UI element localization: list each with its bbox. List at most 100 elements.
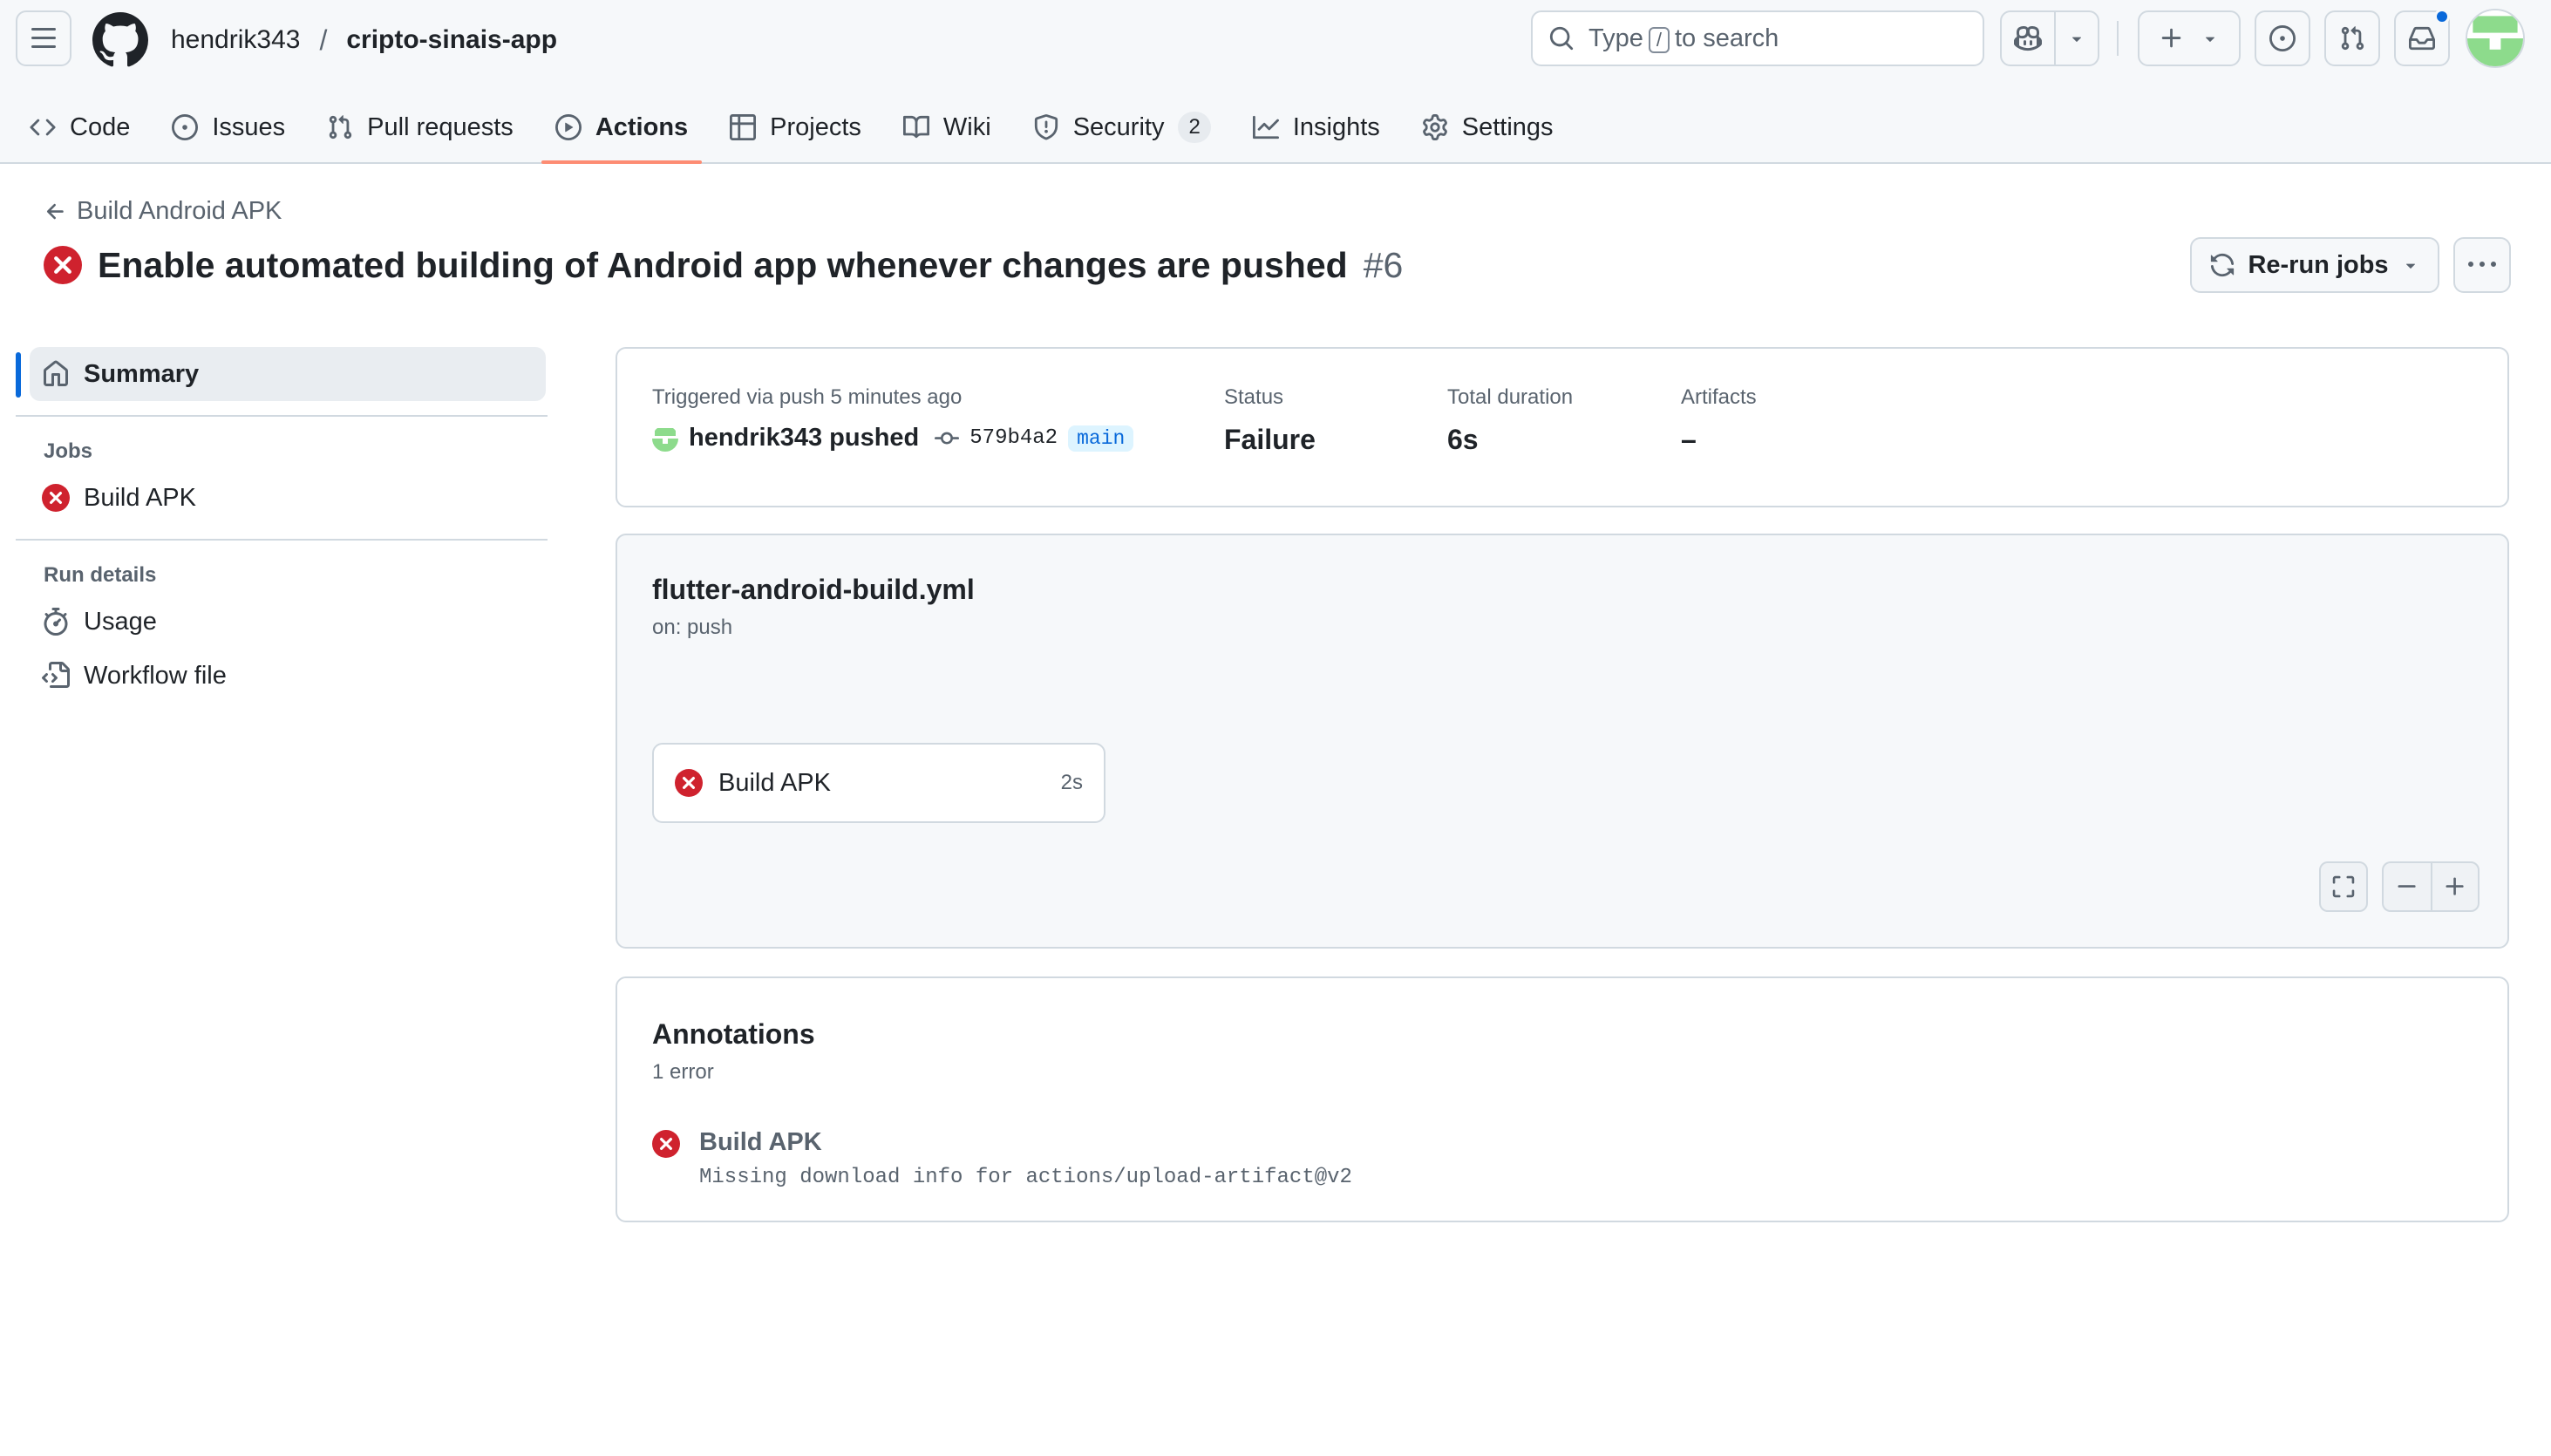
job-name: Build APK: [718, 768, 831, 797]
book-icon: [902, 114, 929, 140]
graph-icon: [1252, 114, 1279, 140]
annotations-count: 1 error: [652, 1060, 714, 1084]
commit-sha-link[interactable]: 579b4a2: [969, 426, 1058, 450]
duration-info: Total duration 6s: [1447, 385, 1574, 455]
create-new-button[interactable]: [2138, 10, 2241, 66]
hamburger-icon: [30, 24, 58, 52]
jobs-heading: Jobs: [44, 439, 93, 463]
x-circle-fill-icon: [652, 1130, 680, 1189]
annotations-title: Annotations: [652, 1018, 815, 1050]
screen-full-icon: [2331, 874, 2356, 899]
annotation-item: Build APK Missing download info for acti…: [652, 1128, 1352, 1189]
duration-value: 6s: [1447, 424, 1479, 455]
header-divider: [2117, 21, 2119, 56]
branch-label[interactable]: main: [1068, 425, 1134, 452]
x-circle-fill-icon: [675, 769, 703, 797]
your-pull-requests-button[interactable]: [2324, 10, 2380, 66]
fullscreen-button[interactable]: [2319, 861, 2368, 912]
sync-icon: [2209, 252, 2235, 278]
sidebar-divider: [16, 415, 548, 417]
annotations-card: Annotations 1 error Build APK Missing do…: [616, 976, 2509, 1222]
code-icon: [30, 114, 56, 140]
run-summary-card: Triggered via push 5 minutes ago hendrik…: [616, 347, 2509, 507]
copilot-menu-button[interactable]: [2056, 12, 2098, 65]
inbox-icon: [2409, 25, 2435, 51]
file-code-icon: [42, 662, 70, 690]
tab-issues[interactable]: Issues: [158, 91, 299, 164]
actor-avatar[interactable]: [652, 425, 678, 452]
job-duration: 2s: [1060, 771, 1083, 794]
tab-security[interactable]: Security 2: [1019, 91, 1225, 164]
trigger-label: Triggered via push 5 minutes ago: [652, 385, 963, 409]
stopwatch-icon: [42, 608, 70, 636]
shield-icon: [1033, 114, 1059, 140]
play-icon: [554, 114, 582, 140]
tab-wiki[interactable]: Wiki: [889, 91, 1005, 164]
status-value: Failure: [1224, 424, 1316, 455]
workflow-trigger: on: push: [652, 616, 733, 639]
artifacts-value: –: [1681, 424, 1697, 455]
trigger-info: Triggered via push 5 minutes ago hendrik…: [652, 385, 1134, 452]
global-bar: hendrik343 / cripto-sinais-app Type / to s…: [0, 0, 2551, 84]
sidebar-item-usage[interactable]: Usage: [16, 595, 548, 649]
copilot-button[interactable]: [2002, 12, 2056, 65]
run-sidebar: Summary Jobs Build APK Run details Usage…: [16, 347, 548, 703]
job-node[interactable]: Build APK 2s: [652, 743, 1105, 823]
sidebar-item-label: Summary: [84, 359, 200, 388]
more-actions-button[interactable]: [2453, 237, 2511, 293]
git-pull-request-icon: [327, 114, 353, 140]
repo-nav: Code Issues Pull requests Actions Projec…: [0, 91, 1582, 164]
tab-insights[interactable]: Insights: [1239, 91, 1394, 164]
user-avatar[interactable]: [2466, 9, 2525, 68]
kebab-horizontal-icon: [2468, 251, 2496, 279]
repo-link[interactable]: cripto-sinais-app: [346, 25, 557, 55]
page-title: Enable automated building of Android app…: [44, 241, 1403, 289]
triangle-down-icon: [2067, 29, 2086, 48]
tab-actions[interactable]: Actions: [541, 91, 703, 164]
rerun-jobs-button[interactable]: Re-run jobs: [2190, 237, 2439, 293]
sidebar-item-job[interactable]: Build APK: [16, 471, 548, 525]
sidebar-item-label: Usage: [84, 607, 157, 636]
gear-icon: [1422, 114, 1448, 140]
table-icon: [730, 114, 757, 140]
triangle-down-icon: [2401, 255, 2420, 275]
run-title-text: Enable automated building of Android app…: [98, 244, 1348, 285]
run-details-heading: Run details: [44, 563, 157, 587]
search-icon: [1548, 25, 1575, 51]
workflow-graph-card: flutter-android-build.yml on: push Build…: [616, 534, 2509, 949]
triangle-down-icon: [2201, 29, 2220, 48]
app-header: hendrik343 / cripto-sinais-app Type / to s…: [0, 0, 2551, 164]
actor-link[interactable]: hendrik343: [689, 424, 822, 452]
status-info: Status Failure: [1224, 385, 1316, 455]
sidebar-item-workflow-file[interactable]: Workflow file: [16, 649, 548, 703]
sidebar-item-label: Build APK: [84, 483, 196, 512]
plus-icon: [2443, 874, 2467, 899]
zoom-out-button[interactable]: [2382, 861, 2431, 912]
context-separator: /: [319, 24, 328, 56]
push-verb: pushed: [829, 424, 920, 452]
tab-pull-requests[interactable]: Pull requests: [313, 91, 527, 164]
annotation-message: Missing download info for actions/upload…: [699, 1166, 1352, 1189]
tab-projects[interactable]: Projects: [716, 91, 875, 164]
rerun-jobs-label: Re-run jobs: [2248, 250, 2389, 279]
back-to-workflow-link[interactable]: Build Android APK: [44, 197, 282, 226]
unread-indicator: [2434, 9, 2450, 24]
copilot-icon: [2014, 24, 2042, 52]
sidebar-item-summary[interactable]: Summary: [30, 347, 546, 401]
notifications-button[interactable]: [2394, 9, 2450, 66]
zoom-in-button[interactable]: [2431, 861, 2480, 912]
workflow-file-name: flutter-android-build.yml: [652, 574, 975, 605]
run-number: #6: [1363, 244, 1404, 285]
annotation-job-link[interactable]: Build APK: [699, 1128, 1352, 1157]
issue-opened-icon: [172, 114, 199, 140]
arrow-left-icon: [44, 200, 68, 224]
your-issues-button[interactable]: [2255, 10, 2310, 66]
search-input[interactable]: Type / to search: [1531, 10, 1984, 66]
tab-code[interactable]: Code: [16, 91, 144, 164]
tab-settings[interactable]: Settings: [1408, 91, 1568, 164]
owner-link[interactable]: hendrik343: [171, 25, 300, 55]
github-logo[interactable]: [92, 12, 148, 68]
zoom-controls: [2382, 861, 2480, 912]
x-circle-fill-icon: [42, 484, 70, 512]
open-menu-button[interactable]: [16, 10, 71, 66]
